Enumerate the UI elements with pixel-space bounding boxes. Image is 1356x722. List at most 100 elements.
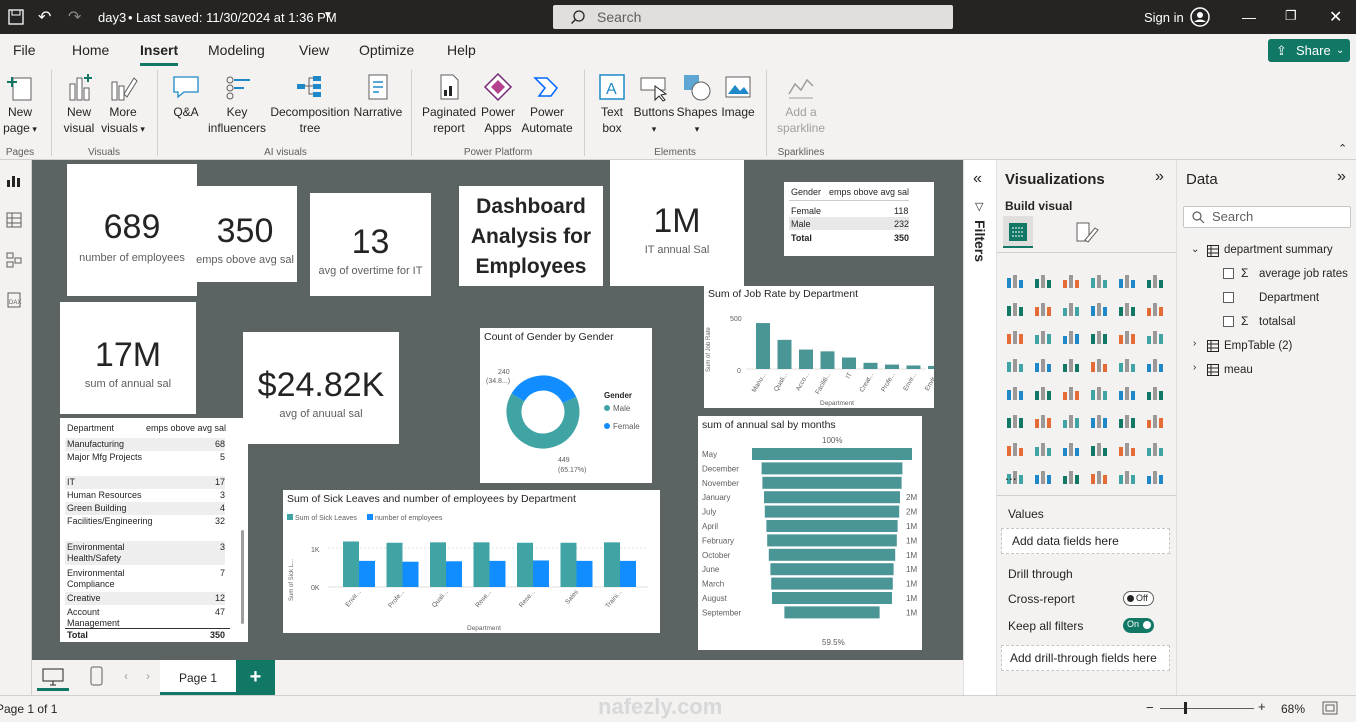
job-rate-chart[interactable]: Sum of Job Rate by Department Sum of Job… [704,286,934,408]
mobile-layout-icon[interactable] [90,666,104,686]
visual-type-icon[interactable] [1033,328,1055,348]
visual-type-icon[interactable] [1061,328,1083,348]
account-icon[interactable] [1190,7,1210,27]
field-checkbox[interactable] [1223,316,1234,327]
dax-query-view-icon[interactable]: DAX [6,292,22,308]
visual-type-icon[interactable] [1005,412,1027,432]
visual-type-icon[interactable] [1089,356,1111,376]
filters-pane-collapsed[interactable]: « ▽ Filters [963,160,996,695]
decomposition-tree-button[interactable]: Decomposition tree [268,72,352,136]
undo-icon[interactable]: ↶ [38,7,51,27]
expand-icon[interactable]: « [973,170,982,188]
table-emptable-2[interactable]: EmpTable (2) [1224,340,1292,352]
tab-file[interactable]: File [13,42,36,58]
tab-view[interactable]: View [299,42,329,58]
field-totalsal[interactable]: totalsal [1259,316,1295,328]
visual-type-icon[interactable] [1033,272,1055,292]
visual-type-icon[interactable] [1061,300,1083,320]
field-average-job-rates[interactable]: average job rates [1259,268,1348,280]
visual-type-icon[interactable] [1033,412,1055,432]
zoom-thumb[interactable] [1184,702,1187,714]
close-icon[interactable]: ✕ [1329,7,1342,27]
add-drill-through-well[interactable]: Add drill-through fields here [1001,645,1170,671]
visual-type-icon[interactable] [1061,356,1083,376]
data-search-input[interactable]: Search [1183,206,1351,228]
last-saved[interactable]: Last saved: 11/30/2024 at 1:36 PM [136,10,337,25]
visual-type-icon[interactable] [1117,272,1139,292]
narrative-button[interactable]: Narrative [352,72,404,120]
visual-type-icon[interactable] [1145,328,1167,348]
tab-home[interactable]: Home [72,42,109,58]
visual-type-icon[interactable] [1145,468,1167,488]
tab-modeling[interactable]: Modeling [208,42,265,58]
department-table[interactable]: Department emps obove avg sal Manufactur… [60,418,248,642]
visual-type-icon[interactable] [1033,468,1055,488]
visual-type-icon[interactable] [1061,384,1083,404]
visual-type-icon[interactable] [1089,468,1111,488]
visual-type-icon[interactable] [1117,384,1139,404]
visual-type-icon[interactable] [1089,384,1111,404]
visual-type-icon[interactable] [1145,440,1167,460]
share-button[interactable]: ⇪ Share ⌄ [1268,39,1350,62]
gender-table[interactable]: Gender emps obove avg sal Female 118 Mal… [784,182,934,256]
save-icon[interactable] [8,9,24,25]
buttons-button[interactable]: Buttons ▾ [632,72,676,137]
tab-page-1[interactable]: Page 1 [160,660,236,695]
table-row[interactable]: Creative 12 [65,592,225,605]
build-visual-tab[interactable] [1003,216,1033,248]
visual-type-icon[interactable] [1061,468,1083,488]
visual-type-icon[interactable] [1089,412,1111,432]
chevron-right-icon[interactable]: › [1193,362,1196,373]
new-page-button[interactable]: New page ▾ [2,72,38,137]
table-meau[interactable]: meau [1224,364,1253,376]
visual-type-icon[interactable] [1061,272,1083,292]
collapse-ribbon-icon[interactable]: ⌃ [1338,142,1347,155]
chevron-right-icon[interactable]: › [1193,338,1196,349]
table-row[interactable]: IT 17 [65,476,225,489]
card-avg-annual-sal[interactable]: $24.82K avg of anuual sal [243,332,399,444]
visual-type-icon[interactable] [1117,356,1139,376]
card-it-annual-sal[interactable]: 1M IT annual Sal [610,160,744,286]
table-row[interactable]: Major Mfg Projects 5 [65,451,225,475]
new-visual-button[interactable]: New visual [60,72,98,136]
table-row[interactable]: Manufacturing 68 [65,438,225,451]
visual-type-icon[interactable] [1117,440,1139,460]
visual-type-icon[interactable] [1145,356,1167,376]
table-row[interactable]: Green Building 4 [65,502,225,515]
card-avg-overtime[interactable]: 13 avg of overtime for IT [310,193,431,296]
visual-type-icon[interactable] [1005,356,1027,376]
table-view-icon[interactable] [6,212,22,228]
visual-type-icon[interactable] [1033,356,1055,376]
report-view-icon[interactable] [6,172,22,188]
visual-type-icon[interactable] [1117,300,1139,320]
add-sparkline-button[interactable]: Add a sparkline [774,72,828,136]
fit-to-page-icon[interactable] [1322,701,1338,715]
field-checkbox[interactable] [1223,268,1234,279]
card-emps-above-avg[interactable]: 350 emps obove avg sal [193,186,297,282]
more-visuals-button[interactable]: More visuals ▾ [100,72,146,137]
visual-type-icon[interactable] [1005,384,1027,404]
visual-type-icon[interactable] [1117,412,1139,432]
sign-in-link[interactable]: Sign in [1144,10,1184,25]
visual-type-icon[interactable] [1117,328,1139,348]
visual-type-icon[interactable] [1005,300,1027,320]
table-department-summary[interactable]: department summary [1224,244,1333,256]
shapes-button[interactable]: Shapes ▾ [676,72,718,137]
collapse-icon[interactable]: » [1155,168,1164,186]
format-visual-icon[interactable] [1073,220,1099,246]
card-sum-annual-sal[interactable]: 17M sum of annual sal [60,302,196,414]
tab-help[interactable]: Help [447,42,476,58]
tab-insert[interactable]: Insert [140,42,179,66]
add-page-button[interactable]: + [236,660,275,695]
zoom-slider[interactable] [1160,708,1254,709]
table-row[interactable]: Facilities/Engineering 32 [65,515,225,539]
table-row[interactable]: Human Resources 3 [65,489,225,502]
field-department[interactable]: Department [1259,292,1319,304]
key-influencers-button[interactable]: Key influencers [206,72,268,136]
desktop-layout-icon[interactable] [42,668,64,686]
visual-type-icon[interactable] [1061,412,1083,432]
zoom-out-icon[interactable]: − [1146,700,1154,715]
image-button[interactable]: Image [718,72,758,120]
card-number-of-employees[interactable]: 689 number of employees [67,164,197,296]
visual-type-icon[interactable] [1005,328,1027,348]
